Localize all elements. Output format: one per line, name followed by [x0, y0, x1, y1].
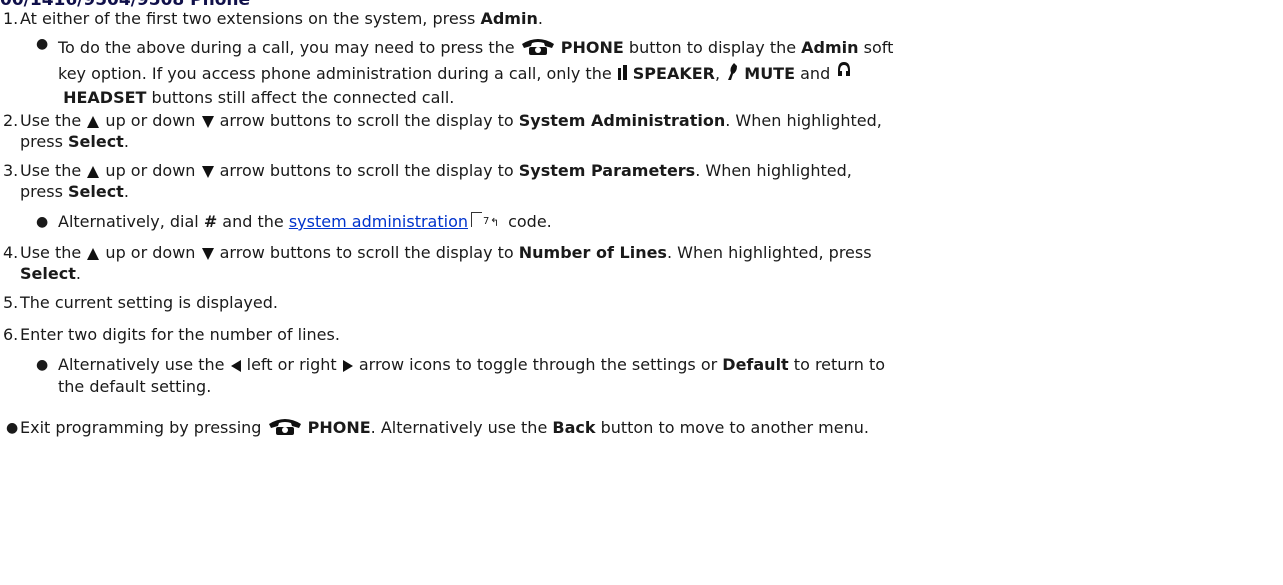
step-1-note: ● To do the above during a call, you may…	[0, 32, 1283, 110]
procedure-steps: 1. At either of the first two extensions …	[0, 8, 1283, 446]
step-number: 2.	[3, 111, 19, 130]
bullet: ●	[6, 420, 19, 436]
step-text: At either of the first two extensions on…	[20, 9, 481, 28]
step-text: arrow buttons to scroll the display to	[214, 111, 519, 130]
step-number: 4.	[3, 243, 19, 262]
note-text: soft	[858, 38, 894, 57]
mute-icon	[728, 63, 738, 80]
phone-icon	[521, 39, 554, 55]
step-text: up or down	[105, 111, 196, 130]
headset-label: HEADSET	[63, 88, 147, 107]
note-text: . Alternatively use the	[370, 418, 553, 437]
down-arrow-icon	[201, 116, 214, 128]
bullet: ●	[36, 36, 49, 52]
page-bracket	[471, 212, 482, 227]
note-text: ,	[715, 64, 726, 83]
step-text: press	[20, 132, 68, 151]
note-text: and	[795, 64, 836, 83]
note-text: code.	[503, 212, 552, 231]
down-arrow-icon	[201, 166, 214, 178]
admin-key-label: Admin	[480, 9, 538, 28]
speaker-label: SPEAKER	[632, 64, 715, 83]
step-3-note: ● Alternatively, dial # and the system a…	[0, 210, 1283, 242]
step-text: The current setting is displayed.	[20, 293, 278, 312]
note-text: buttons still affect the connected call.	[146, 88, 455, 107]
step-text: Use the	[20, 243, 87, 262]
note-text: and the	[217, 212, 289, 231]
step-text: Enter two digits for the number of lines…	[20, 325, 340, 344]
speaker-icon	[617, 65, 627, 80]
note-text: the default setting.	[58, 377, 212, 396]
step-3: 3. Use the up or down arrow buttons to sc…	[0, 160, 1283, 210]
note-text: To do the above during a call, you may n…	[58, 38, 520, 57]
step-text: Use the	[20, 161, 87, 180]
up-arrow-icon	[87, 166, 100, 178]
step-text: .	[123, 132, 129, 151]
note-text: Alternatively, dial	[58, 212, 204, 231]
jump-arrow-icon: ↰	[490, 216, 500, 229]
step-text: .	[123, 182, 129, 201]
bullet: ●	[36, 357, 49, 373]
down-arrow-icon	[201, 248, 214, 260]
step-text: Use the	[20, 111, 87, 130]
right-arrow-icon	[342, 360, 353, 372]
mute-label: MUTE	[744, 64, 796, 83]
bullet: ●	[36, 214, 49, 230]
select-key-label: Select	[20, 264, 76, 283]
up-arrow-icon	[87, 116, 100, 128]
step-6-note: ● Alternatively use the left or right ar…	[0, 354, 1283, 416]
menu-target: System Administration	[518, 111, 726, 130]
step-text: .	[75, 264, 81, 283]
step-5: 5. The current setting is displayed.	[0, 292, 1283, 324]
step-4: 4. Use the up or down arrow buttons to sc…	[0, 242, 1283, 292]
note-text: arrow icons to toggle through the settin…	[353, 355, 723, 374]
admin-soft-key-label: Admin	[801, 38, 859, 57]
step-number: 3.	[3, 161, 19, 180]
phone-label: PHONE	[307, 418, 371, 437]
note-text: to return to	[788, 355, 886, 374]
step-6: 6. Enter two digits for the number of lin…	[0, 324, 1283, 354]
note-text: key option. If you access phone administ…	[58, 64, 617, 83]
step-text: arrow buttons to scroll the display to	[214, 161, 519, 180]
menu-target: Number of Lines	[518, 243, 667, 262]
headset-icon	[838, 62, 851, 76]
step-1: 1. At either of the first two extensions …	[0, 8, 1283, 32]
step-text: up or down	[105, 161, 196, 180]
step-text: press	[20, 182, 68, 201]
step-text: . When highlighted,	[695, 161, 852, 180]
hash-key: #	[203, 212, 218, 231]
step-text: .	[537, 9, 543, 28]
page-number: 7	[483, 216, 490, 227]
step-number: 6.	[3, 325, 19, 344]
step-text: . When highlighted, press	[666, 243, 872, 262]
step-text: . When highlighted,	[725, 111, 882, 130]
step-2: 2. Use the up or down arrow buttons to sc…	[0, 110, 1283, 160]
step-number: 1.	[3, 9, 19, 28]
exit-instruction: ● Exit programming by pressing PHONE. Al…	[0, 416, 1283, 446]
note-text: button to display the	[623, 38, 802, 57]
step-text: arrow buttons to scroll the display to	[214, 243, 519, 262]
phone-label: PHONE	[560, 38, 624, 57]
note-text: left or right	[246, 355, 337, 374]
phone-icon	[268, 419, 301, 435]
left-arrow-icon	[230, 360, 241, 372]
select-key-label: Select	[67, 132, 124, 151]
back-button-label: Back	[552, 418, 596, 437]
note-text: button to move to another menu.	[595, 418, 869, 437]
menu-target: System Parameters	[518, 161, 696, 180]
system-administration-link[interactable]: system administration	[289, 212, 468, 231]
select-key-label: Select	[67, 182, 124, 201]
note-text: Exit programming by pressing	[20, 418, 267, 437]
note-text: Alternatively use the	[58, 355, 230, 374]
up-arrow-icon	[87, 248, 100, 260]
default-key-label: Default	[722, 355, 789, 374]
step-text: up or down	[105, 243, 196, 262]
page-reference[interactable]: 7 ↰	[471, 212, 501, 229]
step-number: 5.	[3, 293, 19, 312]
